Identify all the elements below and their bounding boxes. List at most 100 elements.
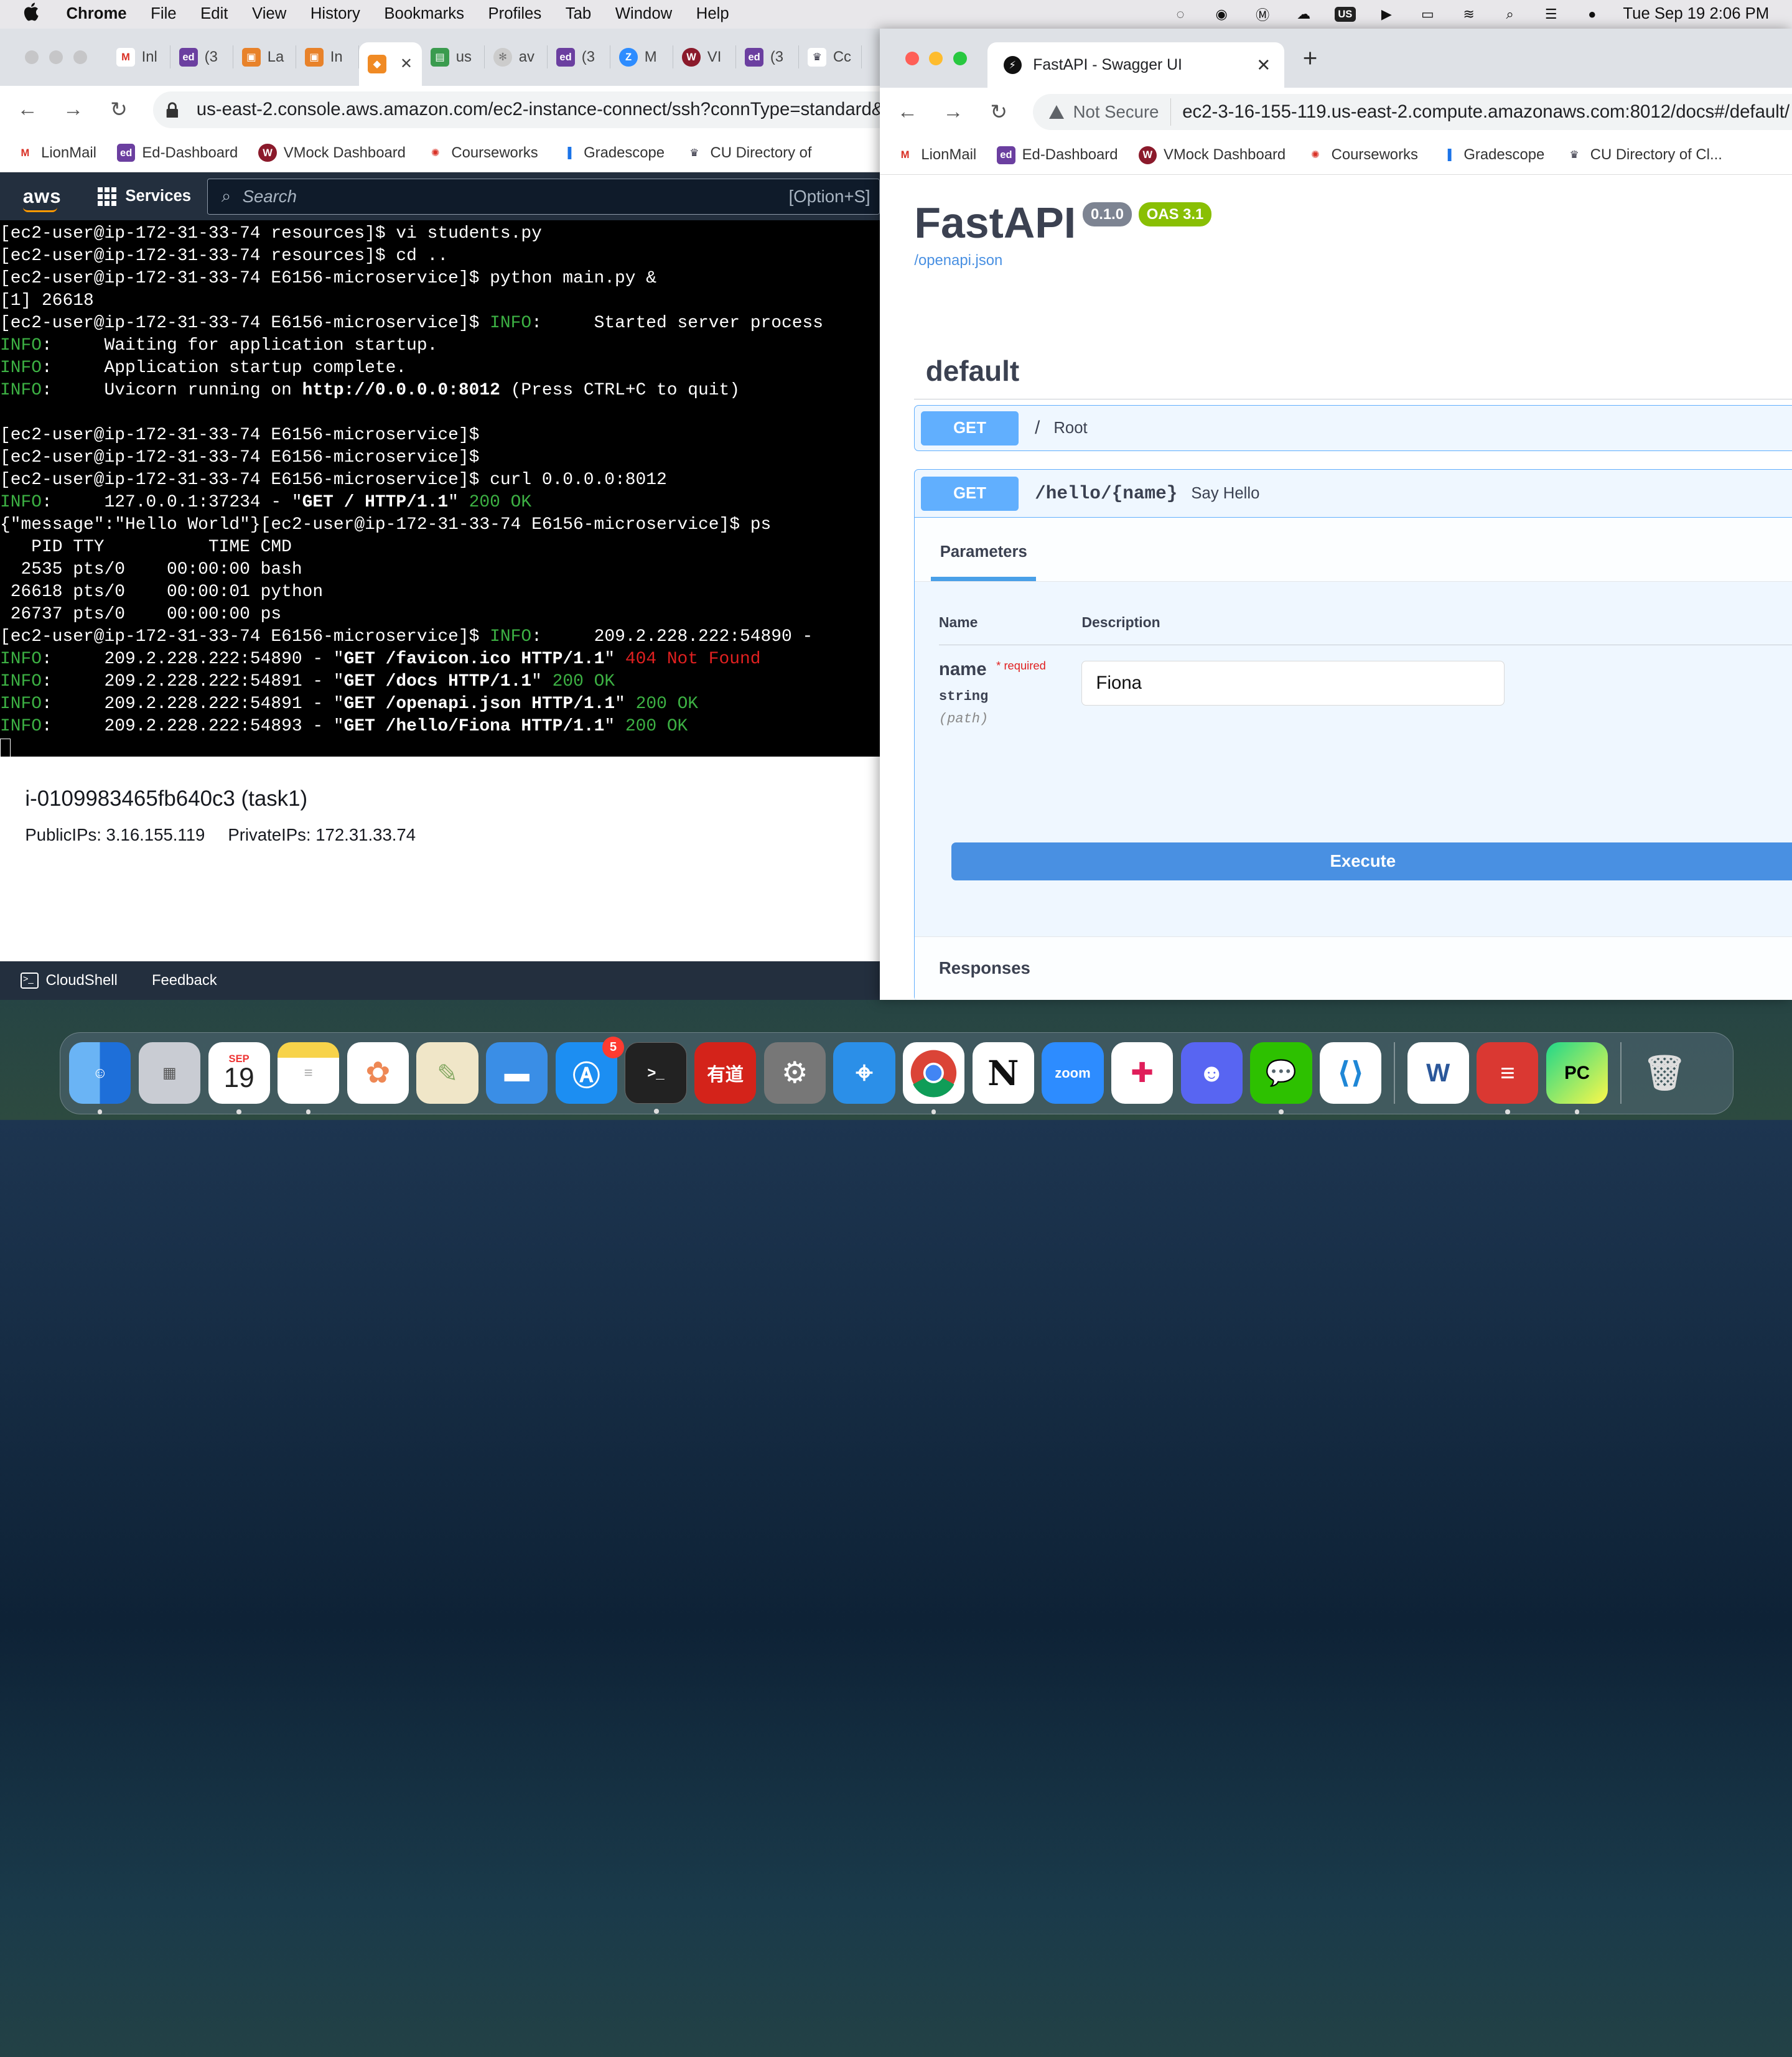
control-center-icon[interactable]: ☰ <box>1541 5 1561 23</box>
bookmark-cu-directory[interactable]: ♛ CU Directory of <box>685 143 812 162</box>
tab-av[interactable]: ✻ av <box>485 45 548 69</box>
forward-icon[interactable]: → <box>62 98 85 121</box>
tab-vmock[interactable]: W VI <box>673 45 736 69</box>
bookmark-vmock[interactable]: W VMock Dashboard <box>1138 146 1286 164</box>
tab-us[interactable]: ▤ us <box>422 45 485 69</box>
spotlight-icon[interactable]: ⌕ <box>1500 5 1520 23</box>
tab-ed-2[interactable]: ed (3 <box>548 45 610 69</box>
trash-icon[interactable]: 🗑 <box>1634 1042 1696 1104</box>
notion-icon[interactable]: N <box>972 1042 1034 1104</box>
notes-icon[interactable]: ≡ <box>278 1042 340 1114</box>
menu-edit[interactable]: Edit <box>200 5 228 23</box>
app-store-icon[interactable]: Ⓐ 5 <box>555 1036 624 1104</box>
close-tab-icon[interactable]: ✕ <box>400 55 413 73</box>
minimize-window-icon[interactable] <box>929 51 943 65</box>
m-app-icon[interactable]: Ⓜ <box>1253 5 1273 23</box>
siri-icon[interactable]: ● <box>1582 5 1602 23</box>
tab-cu[interactable]: ♛ Cc <box>799 45 862 69</box>
word-icon[interactable]: W <box>1407 1042 1469 1104</box>
focus-icon[interactable]: ◌ <box>1170 5 1190 23</box>
bookmark-ed-dashboard[interactable]: ed Ed-Dashboard <box>997 146 1118 164</box>
vscode-icon[interactable]: ⟨⟩ <box>1320 1042 1382 1104</box>
bookmark-lionmail[interactable]: M LionMail <box>16 143 96 162</box>
menu-view[interactable]: View <box>252 5 286 23</box>
address-bar[interactable]: us-east-2.console.aws.amazon.com/ec2-ins… <box>153 91 880 128</box>
tab-ed-1[interactable]: ed (3 <box>170 45 233 69</box>
launchpad-icon[interactable]: ▦ <box>138 1042 201 1104</box>
operation-get-root[interactable]: GET / Root <box>914 405 1792 451</box>
bookmark-lionmail[interactable]: M LionMail <box>895 146 976 164</box>
security-indicator[interactable]: Not Secure <box>1038 98 1171 126</box>
safari-icon[interactable]: ⌖ <box>833 1042 895 1104</box>
pages-icon[interactable]: ✎ <box>416 1042 478 1104</box>
zoom-app-icon[interactable]: zoom <box>1042 1042 1104 1104</box>
menu-bookmarks[interactable]: Bookmarks <box>384 5 464 23</box>
menu-app-name[interactable]: Chrome <box>66 5 126 23</box>
close-tab-icon[interactable]: ✕ <box>1256 55 1271 75</box>
bookmark-courseworks[interactable]: ✺ Courseworks <box>1306 146 1418 164</box>
feedback-link[interactable]: Feedback <box>152 972 217 989</box>
ssh-terminal[interactable]: [ec2-user@ip-172-31-33-74 resources]$ vi… <box>0 220 880 757</box>
reload-icon[interactable]: ↻ <box>987 100 1010 124</box>
tab-in[interactable]: ▣ In <box>296 45 359 69</box>
openapi-json-link[interactable]: /openapi.json <box>914 252 1792 269</box>
aws-search-input[interactable]: ⌕ Search [Option+S] <box>207 178 880 215</box>
forward-icon[interactable]: → <box>941 100 964 124</box>
address-bar[interactable]: Not Secure ec2-3-16-155-119.us-east-2.co… <box>1033 93 1792 131</box>
tab-zoom[interactable]: ZM <box>610 45 673 69</box>
zoom-window-icon[interactable] <box>73 50 87 64</box>
operation-header[interactable]: GET /hello/{name} Say Hello <box>915 470 1792 518</box>
back-icon[interactable]: ← <box>16 98 39 121</box>
clock[interactable]: Tue Sep 19 2:06 PM <box>1623 5 1769 23</box>
system-settings-icon[interactable]: ⚙ <box>763 1042 826 1104</box>
battery-icon[interactable]: ▭ <box>1417 5 1438 23</box>
execute-button[interactable]: Execute <box>951 842 1792 880</box>
expressvpn-icon[interactable]: ≡ <box>1477 1042 1539 1114</box>
keynote-icon[interactable]: ▬ <box>486 1042 548 1104</box>
tab-swagger[interactable]: ⚡ FastAPI - Swagger UI ✕ <box>987 42 1285 88</box>
menu-file[interactable]: File <box>151 5 176 23</box>
aws-logo[interactable]: aws <box>22 185 62 212</box>
wechat-icon[interactable]: 💬 <box>1250 1042 1312 1114</box>
minimize-window-icon[interactable] <box>49 50 63 64</box>
bookmark-cu-directory[interactable]: ♛ CU Directory of Cl... <box>1565 146 1722 164</box>
close-window-icon[interactable] <box>905 51 919 65</box>
menu-tab[interactable]: Tab <box>566 5 591 23</box>
zoom-window-icon[interactable] <box>953 51 967 65</box>
sync-icon[interactable]: ◉ <box>1211 5 1232 23</box>
menu-history[interactable]: History <box>310 5 360 23</box>
discord-icon[interactable]: ☻ <box>1180 1042 1243 1104</box>
chrome-icon[interactable] <box>903 1042 965 1114</box>
bookmark-gradescope[interactable]: ▐ Gradescope <box>1438 146 1544 164</box>
play-icon[interactable]: ▶ <box>1376 5 1397 23</box>
youdao-icon[interactable]: 有道 <box>694 1042 757 1104</box>
tab-aws-active[interactable]: ◆ ✕ <box>358 42 422 86</box>
menu-help[interactable]: Help <box>696 5 729 23</box>
menu-window[interactable]: Window <box>615 5 672 23</box>
bookmark-gradescope[interactable]: ▐ Gradescope <box>558 143 665 162</box>
back-icon[interactable]: ← <box>896 100 919 124</box>
bookmark-vmock[interactable]: W VMock Dashboard <box>258 143 406 162</box>
bookmark-ed-dashboard[interactable]: ed Ed-Dashboard <box>117 143 238 162</box>
pycharm-icon[interactable]: PC <box>1546 1042 1608 1114</box>
reload-icon[interactable]: ↻ <box>108 97 131 122</box>
lock-icon[interactable] <box>164 101 180 118</box>
cloudshell-button[interactable]: >_ CloudShell <box>21 972 118 989</box>
tab-lab[interactable]: ▣ La <box>233 45 296 69</box>
close-window-icon[interactable] <box>25 50 39 64</box>
creative-cloud-icon[interactable]: ☁ <box>1294 5 1314 23</box>
input-source-badge[interactable]: US <box>1334 7 1356 22</box>
calendar-icon[interactable]: SEP 19 <box>208 1042 270 1114</box>
tab-ed-3[interactable]: ed (3 <box>736 45 799 69</box>
wifi-icon[interactable]: ≋ <box>1458 5 1479 23</box>
new-tab-button[interactable]: + <box>1303 44 1318 73</box>
slack-icon[interactable]: ✚ <box>1111 1042 1174 1104</box>
photos-icon[interactable]: ✿ <box>347 1042 409 1104</box>
bookmark-courseworks[interactable]: ✺ Courseworks <box>426 143 538 162</box>
finder-icon[interactable]: ☺ <box>69 1042 131 1114</box>
terminal-icon[interactable]: >_ <box>625 1042 687 1114</box>
services-button[interactable]: Services <box>98 187 191 206</box>
apple-icon[interactable] <box>23 2 44 26</box>
menu-profiles[interactable]: Profiles <box>488 5 542 23</box>
tag-default[interactable]: default <box>914 343 1792 400</box>
